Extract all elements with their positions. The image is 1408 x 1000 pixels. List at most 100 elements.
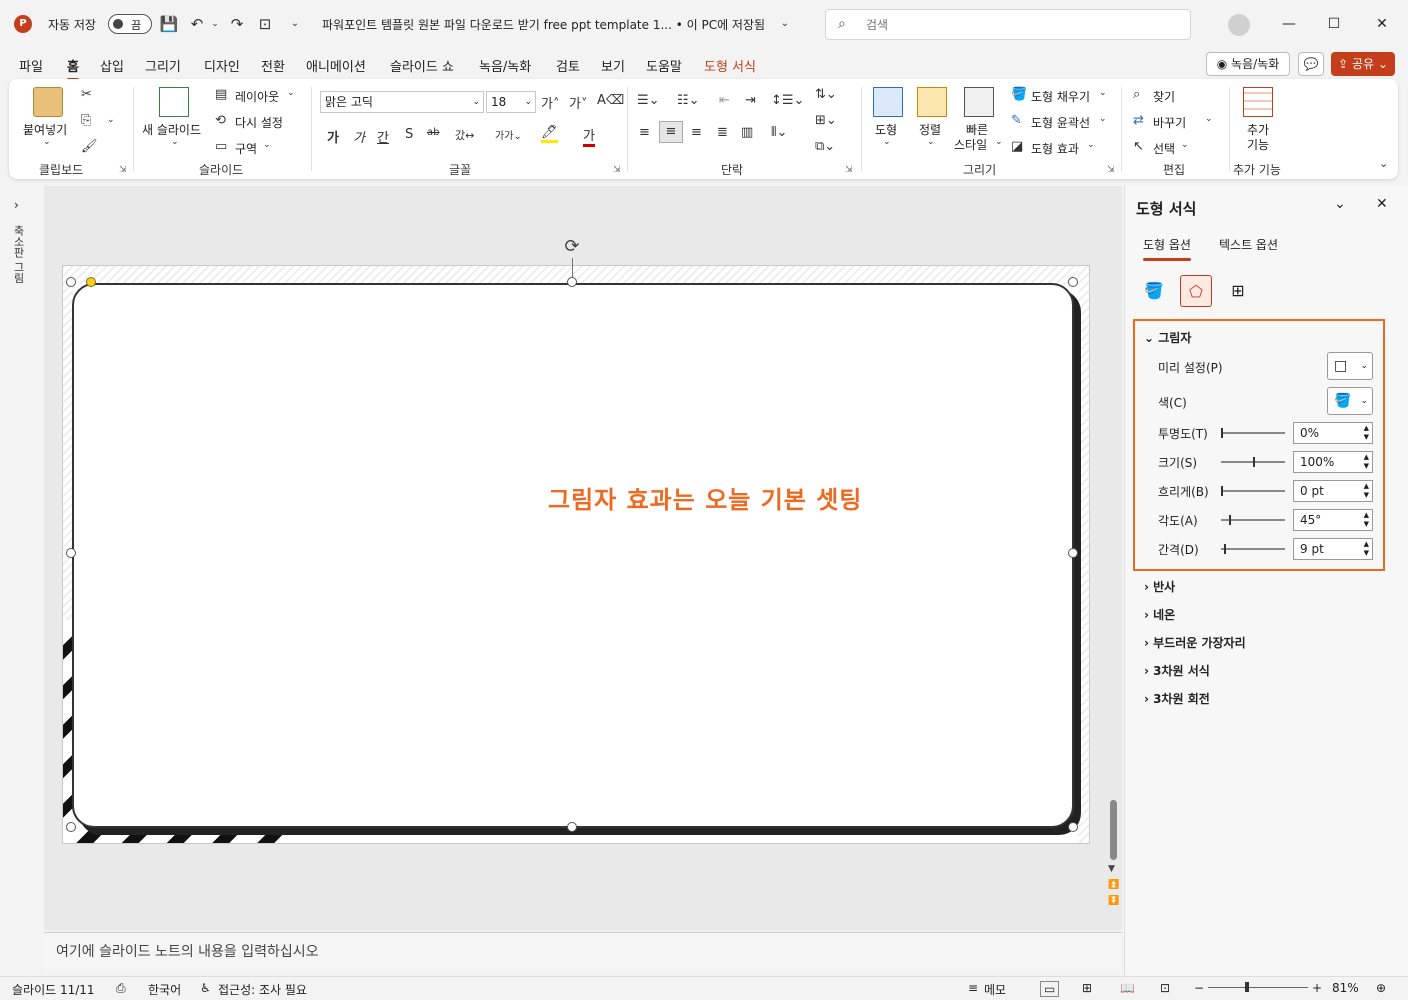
- highlight-icon[interactable]: 🖊: [541, 125, 558, 143]
- reset-icon[interactable]: ⟲: [215, 113, 226, 128]
- section-button[interactable]: 구역: [235, 140, 257, 157]
- resize-handle-bottom-left[interactable]: [66, 822, 76, 832]
- copy-icon[interactable]: ⎘: [81, 113, 91, 128]
- font-family-combo[interactable]: 맑은 고딕 ⌄: [320, 91, 484, 113]
- tab-transitions[interactable]: 전환: [261, 56, 285, 75]
- rounded-rectangle-shape[interactable]: [72, 283, 1074, 828]
- spinner-arrows-icon[interactable]: ▲ ▼: [1364, 453, 1369, 471]
- arrange-label[interactable]: 정렬: [919, 121, 941, 138]
- clipboard-launcher-icon[interactable]: ⇲: [119, 165, 127, 175]
- normal-view-icon[interactable]: ▭: [1040, 981, 1060, 997]
- shadow-transparency-slider[interactable]: [1221, 432, 1285, 434]
- shape-effects-dropdown-icon[interactable]: ⌄: [1087, 140, 1095, 150]
- decrease-indent-icon[interactable]: ⇤: [719, 93, 730, 108]
- spinner-arrows-icon[interactable]: ▲ ▼: [1364, 424, 1369, 442]
- resize-handle-left[interactable]: [66, 548, 76, 558]
- slide-number[interactable]: 슬라이드 11/11: [12, 981, 95, 998]
- shapes-label[interactable]: 도형: [875, 121, 897, 138]
- clear-format-icon[interactable]: A⌫: [597, 93, 624, 108]
- vertical-scrollbar[interactable]: ▼ ⏫ ⏬: [1108, 188, 1120, 918]
- avatar[interactable]: [1228, 14, 1250, 36]
- shadow-blur-slider-thumb[interactable]: [1221, 486, 1223, 496]
- select-dropdown-icon[interactable]: ⌄: [1181, 140, 1189, 150]
- section-soft-edges[interactable]: › 부드러운 가장자리: [1144, 634, 1246, 651]
- rotate-handle-icon[interactable]: ⟳: [561, 236, 583, 258]
- resize-handle-top[interactable]: [567, 277, 577, 287]
- tab-home[interactable]: 홈: [67, 56, 79, 81]
- adjust-corner-handle[interactable]: [86, 277, 96, 287]
- zoom-in-icon[interactable]: +: [1312, 981, 1322, 995]
- scroll-down-icon[interactable]: ▼: [1108, 864, 1115, 874]
- paragraph-launcher-icon[interactable]: ⇲: [845, 165, 853, 175]
- arrange-icon[interactable]: [917, 87, 947, 117]
- strikethrough-icon[interactable]: ab: [427, 127, 439, 138]
- text-shadow-icon[interactable]: S: [405, 127, 413, 142]
- tab-view[interactable]: 보기: [601, 56, 625, 75]
- quick-styles-dropdown-icon[interactable]: ⌄: [995, 137, 1003, 147]
- record-button[interactable]: ◉ 녹음/녹화: [1206, 52, 1290, 76]
- zoom-level[interactable]: 81%: [1332, 981, 1359, 995]
- line-spacing-icon[interactable]: ↕☰⌄: [771, 93, 804, 108]
- new-slide-icon[interactable]: [159, 87, 189, 117]
- next-slide-icon[interactable]: ⏬: [1108, 896, 1119, 906]
- spinner-arrows-icon[interactable]: ▲ ▼: [1364, 540, 1369, 558]
- maximize-icon[interactable]: ☐: [1322, 12, 1346, 36]
- thumbnails-label[interactable]: 축소판 그림: [12, 225, 26, 284]
- prev-slide-icon[interactable]: ⏫: [1108, 880, 1119, 890]
- redo-icon[interactable]: ↷: [226, 13, 248, 35]
- shrink-font-icon[interactable]: 가˅: [569, 93, 587, 112]
- tab-file[interactable]: 파일: [19, 56, 43, 75]
- text-direction-icon[interactable]: ⇅⌄: [815, 87, 837, 102]
- expand-thumbnails-icon[interactable]: ›: [14, 198, 19, 212]
- paste-icon[interactable]: [33, 87, 63, 117]
- tab-shape-options[interactable]: 도형 옵션: [1143, 236, 1191, 261]
- shadow-size-spinner[interactable]: 100% ▲ ▼: [1293, 451, 1373, 473]
- reading-view-icon[interactable]: 📖: [1120, 981, 1135, 995]
- effects-pentagon-icon[interactable]: ⬠: [1180, 275, 1212, 307]
- shape-outline-button[interactable]: 도형 윤곽선: [1031, 114, 1090, 131]
- drawing-launcher-icon[interactable]: ⇲: [1107, 165, 1115, 175]
- share-button[interactable]: ⇪ 공유 ⌄: [1331, 52, 1395, 76]
- spinner-arrows-icon[interactable]: ▲ ▼: [1364, 482, 1369, 500]
- format-painter-icon[interactable]: 🖌: [81, 139, 98, 154]
- distribute-icon[interactable]: ▥: [741, 125, 753, 140]
- pane-options-icon[interactable]: ⌄: [1334, 196, 1346, 212]
- spellcheck-icon[interactable]: ⎙: [116, 981, 126, 996]
- align-left-icon[interactable]: ≡: [639, 125, 650, 140]
- resize-handle-bottom[interactable]: [567, 822, 577, 832]
- tab-design[interactable]: 디자인: [204, 56, 240, 75]
- italic-icon[interactable]: 가: [353, 127, 365, 146]
- scrollbar-thumb[interactable]: [1110, 800, 1117, 860]
- paste-label[interactable]: 붙여넣기: [23, 121, 67, 138]
- quick-styles-icon[interactable]: [964, 87, 994, 117]
- slide-sorter-icon[interactable]: ⊞: [1082, 981, 1092, 995]
- undo-dropdown-icon[interactable]: ⌄: [204, 13, 226, 35]
- shadow-distance-spinner[interactable]: 9 pt ▲ ▼: [1293, 538, 1373, 560]
- close-window-icon[interactable]: ✕: [1370, 12, 1394, 36]
- align-right-icon[interactable]: ≡: [691, 125, 702, 140]
- select-button[interactable]: 선택: [1153, 140, 1175, 157]
- language[interactable]: 한국어: [148, 981, 181, 998]
- section-reflection[interactable]: › 반사: [1144, 578, 1175, 595]
- slideshow-view-icon[interactable]: ⊡: [1160, 981, 1170, 995]
- fit-to-window-icon[interactable]: ⊕: [1376, 981, 1386, 995]
- increase-indent-icon[interactable]: ⇥: [745, 93, 756, 108]
- shadow-distance-slider-thumb[interactable]: [1224, 544, 1226, 554]
- new-slide-label[interactable]: 새 슬라이드: [142, 121, 201, 138]
- resize-handle-top-right[interactable]: [1068, 277, 1078, 287]
- search-input[interactable]: [866, 14, 1166, 36]
- section-icon[interactable]: ▭: [215, 139, 227, 154]
- align-text-icon[interactable]: ⊞⌄: [815, 113, 837, 128]
- document-title[interactable]: 파워포인트 템플릿 원본 파일 다운로드 받기 free ppt templat…: [322, 16, 765, 33]
- zoom-slider[interactable]: [1208, 987, 1308, 988]
- zoom-out-icon[interactable]: −: [1194, 981, 1204, 995]
- char-spacing-icon[interactable]: 갔↔: [455, 127, 474, 143]
- shape-fill-icon[interactable]: 🪣: [1011, 87, 1027, 102]
- numbering-icon[interactable]: ☷⌄: [677, 93, 700, 108]
- replace-icon[interactable]: ⇄: [1133, 113, 1144, 128]
- comments-button[interactable]: 💬: [1298, 52, 1324, 76]
- shadow-blur-slider[interactable]: [1221, 490, 1285, 492]
- reset-button[interactable]: 다시 설정: [235, 114, 283, 131]
- search-box[interactable]: ⌕: [825, 9, 1191, 40]
- paste-dropdown-icon[interactable]: ⌄: [43, 137, 51, 147]
